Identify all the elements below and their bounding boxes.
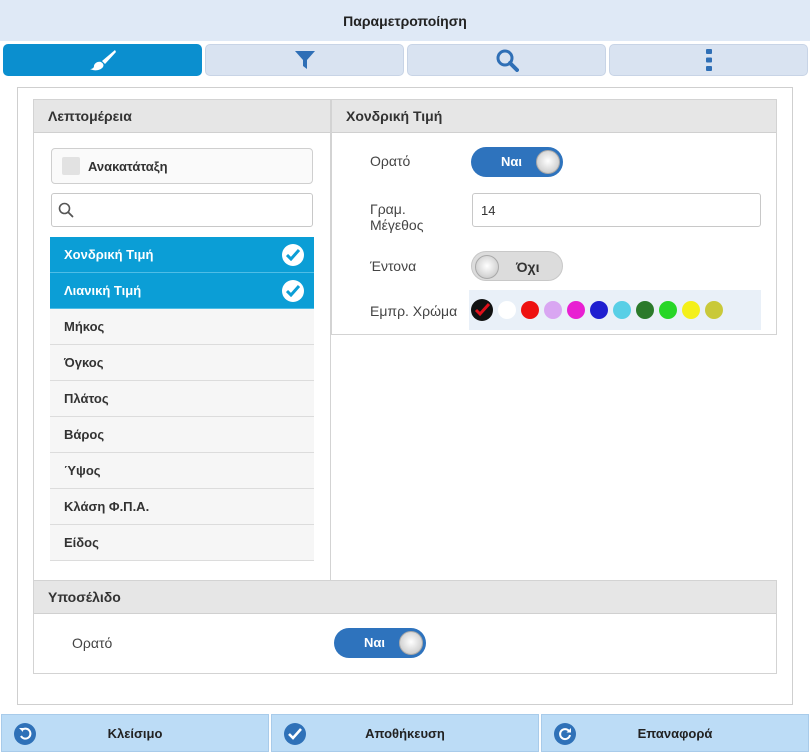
visible-toggle[interactable]: Ναι bbox=[471, 147, 563, 177]
field-settings-panel: Χονδρική Τιμή Ορατό Ναι Γραμ. Μέγεθος Έν… bbox=[331, 99, 777, 335]
list-item[interactable]: Χονδρική Τιμή bbox=[50, 237, 314, 273]
tab-search[interactable] bbox=[407, 44, 606, 76]
tab-bar bbox=[0, 41, 810, 79]
close-button[interactable]: Κλείσιμο bbox=[1, 714, 269, 752]
action-bar: Κλείσιμο Αποθήκευση Επαναφορά bbox=[0, 712, 810, 755]
save-button-label: Αποθήκευση bbox=[365, 725, 445, 741]
footer-section-panel: Υποσέλιδο Ορατό Ναι bbox=[33, 580, 777, 674]
close-button-label: Κλείσιμο bbox=[107, 725, 163, 741]
list-item-label: Ύψος bbox=[64, 463, 101, 478]
checkmark-icon bbox=[284, 723, 306, 745]
font-size-label-line1: Γραμ. bbox=[370, 201, 406, 217]
color-swatch[interactable] bbox=[682, 301, 700, 319]
field-search-box[interactable] bbox=[51, 193, 313, 227]
reorder-checkbox[interactable] bbox=[62, 157, 80, 175]
color-swatch[interactable] bbox=[659, 301, 677, 319]
details-header: Λεπτομέρεια bbox=[34, 100, 330, 133]
checkmark-icon bbox=[282, 244, 304, 266]
color-swatch[interactable] bbox=[590, 301, 608, 319]
foreground-color-label: Εμπρ. Χρώμα bbox=[370, 303, 458, 319]
reorder-toggle[interactable]: Ανακατάταξη bbox=[51, 148, 313, 184]
paintbrush-icon bbox=[89, 50, 116, 71]
bold-toggle[interactable]: Όχι bbox=[471, 251, 563, 281]
back-arrow-icon bbox=[14, 723, 36, 745]
color-swatch[interactable] bbox=[567, 301, 585, 319]
list-item-label: Πλάτος bbox=[64, 391, 109, 406]
list-item-label: Βάρος bbox=[64, 427, 105, 442]
tab-appearance[interactable] bbox=[3, 44, 202, 76]
toggle-knob bbox=[399, 631, 423, 655]
footer-visible-label: Ορατό bbox=[72, 635, 113, 651]
list-item[interactable]: Μήκος bbox=[50, 309, 314, 345]
list-item-label: Χονδρική Τιμή bbox=[64, 247, 154, 262]
details-title: Λεπτομέρεια bbox=[48, 108, 132, 124]
color-palette[interactable] bbox=[469, 290, 761, 330]
color-swatch[interactable] bbox=[521, 301, 539, 319]
reset-button[interactable]: Επαναφορά bbox=[541, 714, 809, 752]
footer-section-header: Υποσέλιδο bbox=[34, 581, 776, 614]
list-item[interactable]: Βάρος bbox=[50, 417, 314, 453]
field-list[interactable]: Χονδρική Τιμή Λιανική Τιμή Μήκος Όγκος Π… bbox=[50, 237, 314, 575]
toggle-knob bbox=[475, 255, 499, 279]
bold-toggle-value: Όχι bbox=[516, 259, 540, 275]
footer-visible-toggle-value: Ναι bbox=[364, 635, 385, 650]
footer-visible-toggle[interactable]: Ναι bbox=[334, 628, 426, 658]
color-swatch[interactable] bbox=[498, 301, 516, 319]
visible-label: Ορατό bbox=[370, 153, 411, 169]
font-size-label-line2: Μέγεθος bbox=[370, 217, 424, 233]
save-button[interactable]: Αποθήκευση bbox=[271, 714, 539, 752]
list-item[interactable]: Είδος bbox=[50, 525, 314, 561]
color-swatch[interactable] bbox=[544, 301, 562, 319]
color-swatch[interactable] bbox=[471, 299, 493, 321]
title-bar: Παραμετροποίηση bbox=[0, 0, 810, 41]
list-item-label: Λιανική Τιμή bbox=[64, 283, 142, 298]
reorder-label: Ανακατάταξη bbox=[88, 158, 168, 174]
window-title: Παραμετροποίηση bbox=[343, 12, 467, 29]
list-item-label: Είδος bbox=[64, 535, 99, 550]
visible-toggle-value: Ναι bbox=[501, 154, 522, 169]
color-swatch[interactable] bbox=[705, 301, 723, 319]
tab-more[interactable] bbox=[609, 44, 808, 76]
tab-filter[interactable] bbox=[205, 44, 404, 76]
search-icon bbox=[496, 49, 519, 72]
list-item[interactable]: Όγκος bbox=[50, 345, 314, 381]
bold-label: Έντονα bbox=[370, 258, 417, 274]
list-item[interactable]: Ύψος bbox=[50, 453, 314, 489]
checkmark-icon bbox=[282, 280, 304, 302]
reset-button-label: Επαναφορά bbox=[637, 725, 713, 741]
list-item[interactable]: Κλάση Φ.Π.Α. bbox=[50, 489, 314, 525]
list-item[interactable]: Πλάτος bbox=[50, 381, 314, 417]
font-size-label: Γραμ. Μέγεθος bbox=[370, 201, 423, 233]
font-size-input[interactable] bbox=[472, 193, 761, 227]
color-swatch[interactable] bbox=[636, 301, 654, 319]
field-settings-title: Χονδρική Τιμή bbox=[346, 108, 443, 124]
refresh-icon bbox=[554, 723, 576, 745]
field-settings-header: Χονδρική Τιμή bbox=[332, 100, 776, 133]
color-swatch[interactable] bbox=[613, 301, 631, 319]
more-vertical-icon bbox=[705, 49, 712, 71]
toggle-knob bbox=[536, 150, 560, 174]
checkmark-icon bbox=[474, 302, 491, 317]
list-item-label: Κλάση Φ.Π.Α. bbox=[64, 499, 150, 514]
filter-icon bbox=[294, 51, 315, 69]
list-item-label: Όγκος bbox=[64, 355, 104, 370]
list-item[interactable]: Λιανική Τιμή bbox=[50, 273, 314, 309]
list-item-label: Μήκος bbox=[64, 319, 105, 334]
search-icon bbox=[58, 202, 74, 218]
field-search-input[interactable] bbox=[78, 202, 298, 218]
details-panel: Λεπτομέρεια Ανακατάταξη Χονδρική Τιμή Λι… bbox=[33, 99, 331, 581]
footer-section-title: Υποσέλιδο bbox=[48, 589, 121, 605]
